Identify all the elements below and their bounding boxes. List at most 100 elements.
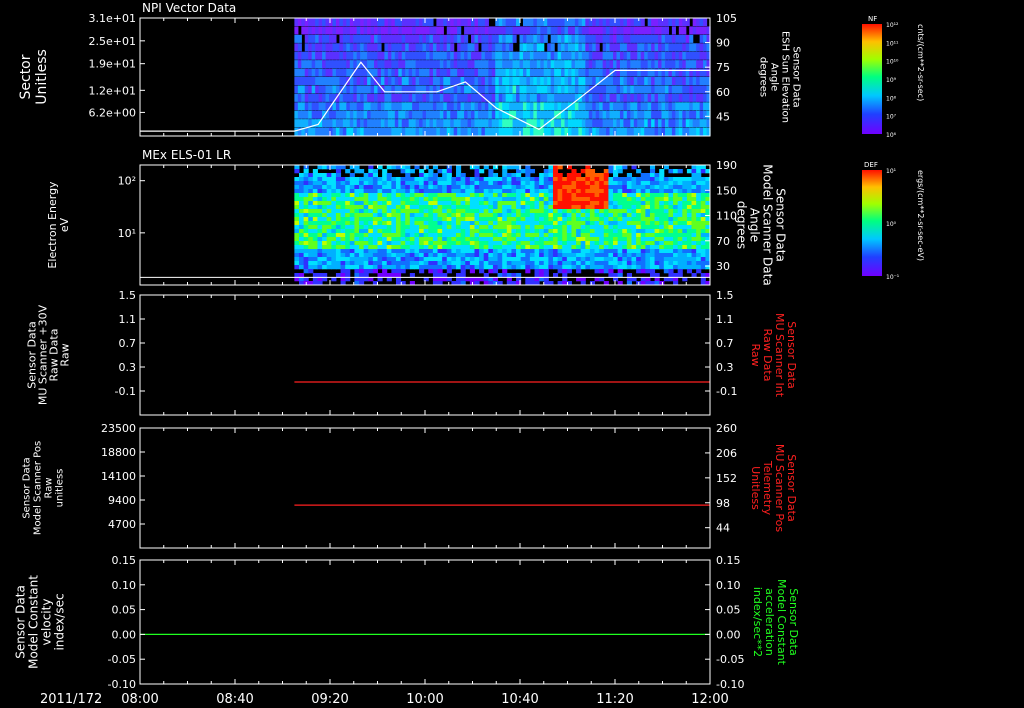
heatmap-cell <box>386 197 392 202</box>
heatmap-cell <box>609 127 614 136</box>
heatmap-cell <box>543 209 549 214</box>
heatmap-cell <box>303 205 309 210</box>
heatmap-cell <box>356 51 361 60</box>
heatmap-cell <box>516 245 522 250</box>
heatmap-cell <box>692 60 697 69</box>
heatmap-cell <box>386 193 392 198</box>
heatmap-cell <box>303 185 309 190</box>
heatmap-cell <box>400 253 406 258</box>
heatmap-cell <box>562 193 568 198</box>
heatmap-cell <box>488 34 493 43</box>
heatmap-cell <box>483 225 489 230</box>
heatmap-cell <box>509 18 514 27</box>
heatmap-cell <box>606 85 611 94</box>
heatmap-cell <box>401 102 406 111</box>
heatmap-cell <box>566 261 572 266</box>
heatmap-cell <box>585 34 590 43</box>
heatmap-cell <box>626 185 632 190</box>
heatmap-cell <box>312 193 318 198</box>
right-y-axis: 0.150.100.050.00-0.05-0.10 <box>705 554 744 691</box>
heatmap-cell <box>678 43 683 52</box>
heatmap-cell <box>345 225 351 230</box>
heatmap-cell <box>649 201 656 206</box>
heatmap-cell <box>446 269 452 274</box>
heatmap-cell <box>409 233 415 238</box>
heatmap-cell <box>437 273 443 278</box>
heatmap-cell <box>359 205 365 210</box>
heatmap-cell <box>511 229 517 234</box>
heatmap-cell <box>297 34 302 43</box>
heatmap-cell <box>682 77 687 86</box>
heatmap-cell <box>543 110 548 119</box>
heatmap-cell <box>649 209 656 214</box>
heatmap-cell <box>526 68 531 77</box>
heatmap-cell <box>645 237 651 242</box>
heatmap-cell <box>631 241 637 246</box>
heatmap-cell <box>422 34 427 43</box>
heatmap-cell <box>370 18 375 27</box>
heatmap-cell <box>394 68 399 77</box>
heatmap-cell <box>502 249 508 254</box>
heatmap-cell <box>677 209 683 214</box>
heatmap-cell <box>353 102 358 111</box>
heatmap-cell <box>450 43 455 52</box>
heatmap-cell <box>637 110 642 119</box>
heatmap-cell <box>668 257 674 262</box>
heatmap-cell <box>654 93 659 102</box>
y-tick-label: 6.2e+00 <box>89 106 136 119</box>
heatmap-cell <box>506 261 512 266</box>
heatmap-cell <box>317 241 323 246</box>
heatmap-cell <box>477 26 483 35</box>
heatmap-cell <box>505 18 510 27</box>
heatmap-cell <box>391 233 397 238</box>
heatmap-cell <box>533 85 538 94</box>
heatmap-cell <box>335 241 342 246</box>
heatmap-cell <box>617 269 623 274</box>
heatmap-cell <box>318 102 323 111</box>
heatmap-cell <box>312 257 318 262</box>
heatmap-cell <box>617 197 623 202</box>
heatmap-cell <box>359 245 365 250</box>
heatmap-cell <box>520 249 526 254</box>
heatmap-cell <box>331 189 337 194</box>
heatmap-cell <box>432 185 439 190</box>
heatmap-cell <box>562 229 568 234</box>
heatmap-cell <box>658 110 663 119</box>
heatmap-cell <box>543 93 548 102</box>
heatmap-cell <box>637 60 642 69</box>
heatmap-cell <box>359 265 365 270</box>
heatmap-cell <box>619 93 625 102</box>
heatmap-cell <box>391 265 397 270</box>
heatmap-cell <box>696 119 701 128</box>
heatmap-cell <box>349 229 355 234</box>
heatmap-cell <box>540 34 545 43</box>
heatmap-cell <box>335 185 342 190</box>
heatmap-cell <box>599 253 605 258</box>
heatmap-cell <box>571 26 576 35</box>
time-tick-label: 08:40 <box>216 692 253 707</box>
heatmap-cell <box>520 241 526 246</box>
heatmap-cell <box>511 177 517 182</box>
heatmap-cell <box>354 225 360 230</box>
heatmap-cell <box>477 102 483 111</box>
heatmap-cell <box>571 119 576 128</box>
heatmap-cell <box>622 197 628 202</box>
heatmap-cell <box>617 181 623 186</box>
heatmap-cell <box>332 18 337 27</box>
heatmap-cell <box>391 51 396 60</box>
heatmap-cell <box>436 60 441 69</box>
heatmap-cell <box>322 217 328 222</box>
heatmap-cell <box>437 233 443 238</box>
heatmap-cell <box>594 217 600 222</box>
heatmap-cell <box>622 245 628 250</box>
heatmap-cell <box>658 93 663 102</box>
heatmap-cell <box>497 201 503 206</box>
heatmap-cell <box>525 173 531 178</box>
heatmap-cell <box>602 110 607 119</box>
heatmap-cell <box>506 197 512 202</box>
heatmap-cell <box>377 177 383 182</box>
heatmap-cell <box>363 26 368 35</box>
heatmap-cell <box>429 34 434 43</box>
heatmap-cell <box>703 34 708 43</box>
heatmap-cell <box>294 237 300 242</box>
